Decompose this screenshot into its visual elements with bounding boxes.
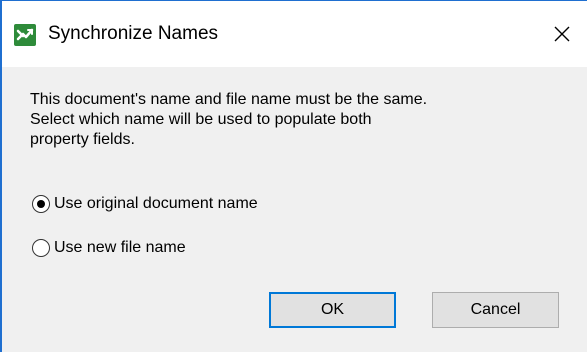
radio-option-new-file-name[interactable]: Use new file name: [32, 237, 252, 261]
dialog-message: This document's name and file name must …: [30, 90, 570, 150]
dialog-title: Synchronize Names: [48, 23, 219, 44]
close-button[interactable]: [542, 17, 582, 51]
radio-option-original-name[interactable]: Use original document name: [32, 193, 342, 217]
radio-label-original-name: Use original document name: [54, 195, 258, 212]
message-line: Select which name will be used to popula…: [30, 111, 372, 128]
green-arrows-icon: [14, 24, 36, 46]
synchronize-names-dialog: Synchronize Names This document's name a…: [0, 0, 587, 352]
close-icon: [554, 26, 570, 42]
radio-button-unselected[interactable]: [32, 239, 50, 257]
ok-button[interactable]: OK: [269, 292, 396, 328]
title-bar: Synchronize Names: [2, 1, 587, 67]
message-line: property fields.: [30, 131, 135, 148]
radio-button-selected[interactable]: [32, 195, 50, 213]
message-line: This document's name and file name must …: [30, 91, 428, 108]
radio-label-new-file-name: Use new file name: [54, 239, 186, 256]
radio-selected-dot: [37, 200, 45, 208]
cancel-button[interactable]: Cancel: [432, 292, 559, 328]
